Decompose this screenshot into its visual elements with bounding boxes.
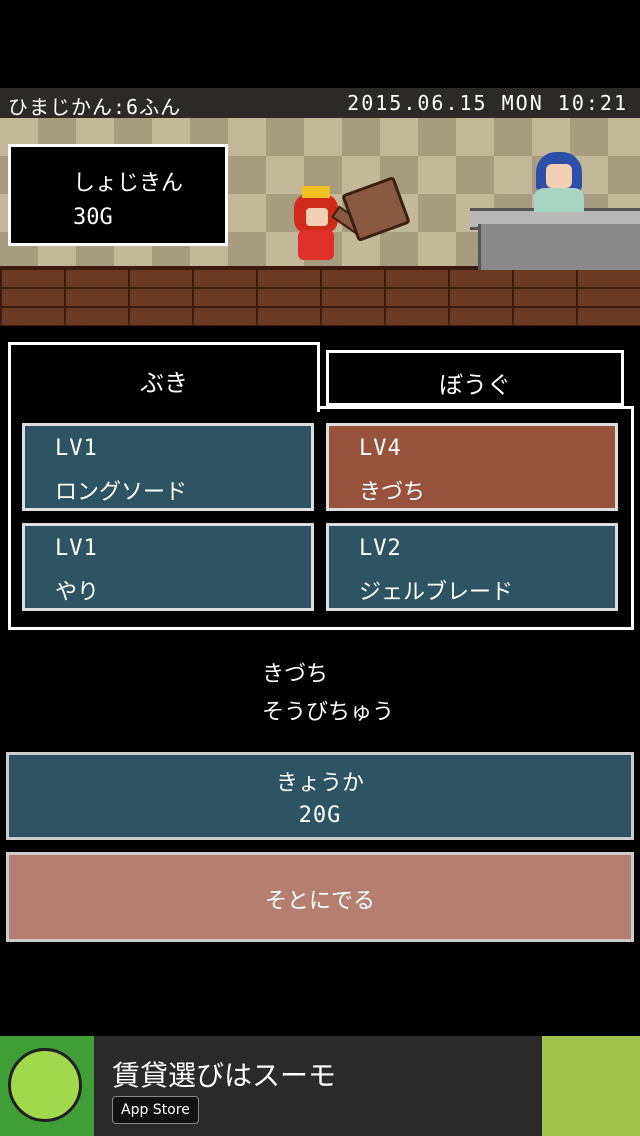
item-level: LV4: [359, 436, 402, 461]
shopkeeper-body: [534, 188, 584, 212]
shop-counter: [478, 224, 640, 270]
item-name: やり: [55, 580, 100, 605]
tab-armor-label: ぼうぐ: [439, 371, 511, 399]
item-name: ロングソード: [55, 480, 188, 505]
hammer-icon: [341, 175, 411, 243]
ad-title: 賃貸選びはスーモ: [112, 1059, 337, 1092]
brick-floor: [0, 268, 640, 326]
upgrade-cost: 20G: [298, 803, 342, 828]
mascot-icon: [8, 1048, 82, 1122]
tab-armor[interactable]: ぼうぐ: [326, 350, 624, 406]
ad-app-icon: [0, 1036, 94, 1136]
date-time: 2015.06.15 MON 10:21: [347, 91, 628, 115]
item-longsword[interactable]: LV1 ロングソード: [22, 423, 314, 511]
play-time: ひまじかん:6ふん: [8, 95, 182, 119]
status-bar: ひまじかん:6ふん 2015.06.15 MON 10:21: [0, 88, 640, 119]
exit-button[interactable]: そとにでる: [6, 852, 634, 942]
ad-banner[interactable]: 賃貸選びはスーモ App Store: [0, 1036, 640, 1136]
app-store-badge[interactable]: App Store: [112, 1096, 199, 1124]
shop-scene: しょじきん 30G: [0, 118, 640, 326]
item-level: LV1: [55, 436, 98, 461]
ad-action-icon[interactable]: [542, 1036, 640, 1136]
hero-body: [298, 230, 334, 260]
upgrade-label: きょうか: [275, 771, 364, 796]
item-name: ジェルブレード: [359, 580, 514, 605]
hero-crown: [302, 186, 330, 198]
selected-item-name: きづち: [262, 662, 329, 687]
item-spear[interactable]: LV1 やり: [22, 523, 314, 611]
selected-item-status: そうびちゅう: [262, 700, 395, 725]
item-level: LV1: [55, 536, 98, 561]
item-mallet[interactable]: LV4 きづち: [326, 423, 618, 511]
tab-weapons[interactable]: ぶき: [8, 342, 320, 412]
money-label: しょじきん: [73, 171, 184, 196]
item-name: きづち: [359, 480, 426, 505]
upgrade-button[interactable]: きょうか 20G: [6, 752, 634, 840]
item-level: LV2: [359, 536, 402, 561]
money-value: 30G: [73, 205, 113, 230]
money-box: しょじきん 30G: [8, 144, 228, 246]
item-gel-blade[interactable]: LV2 ジェルブレード: [326, 523, 618, 611]
exit-label: そとにでる: [264, 889, 375, 914]
shopkeeper-face: [546, 164, 572, 188]
tab-weapons-label: ぶき: [140, 369, 188, 397]
hero-face: [306, 208, 328, 226]
